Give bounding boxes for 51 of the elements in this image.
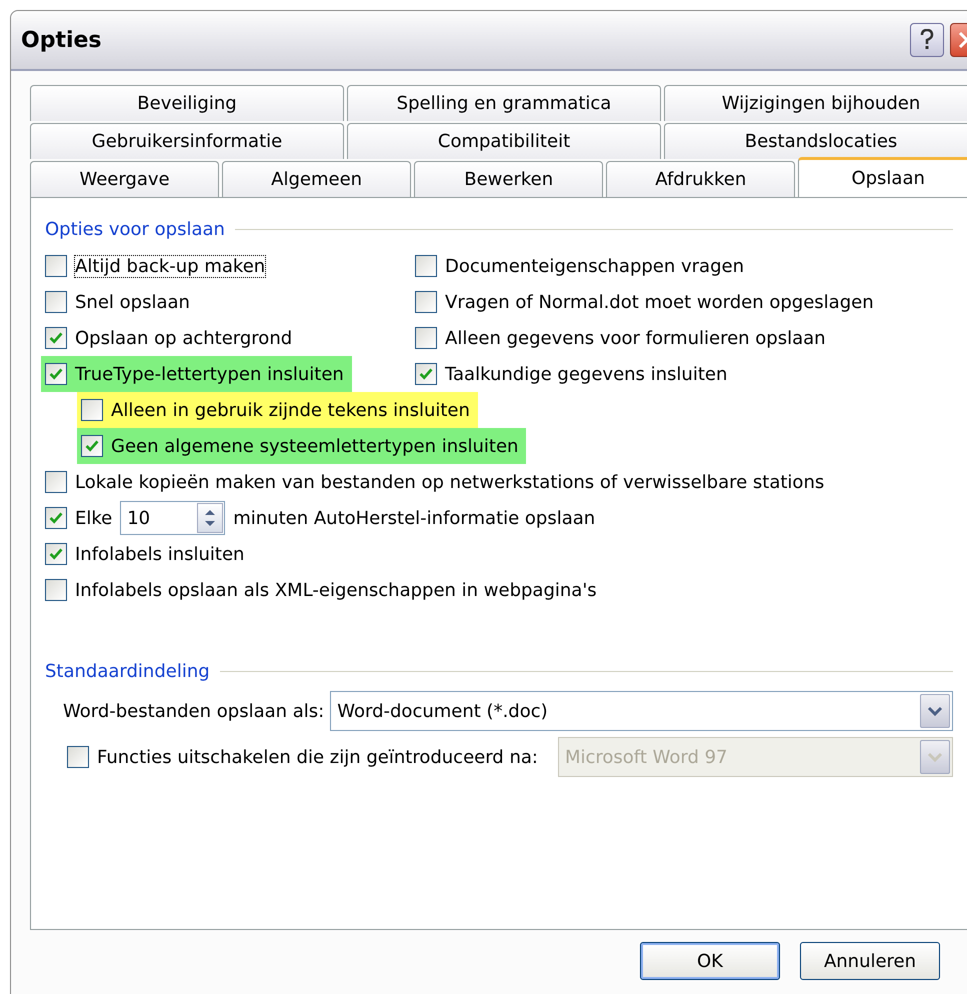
checkbox[interactable] (415, 363, 437, 385)
number-field[interactable]: 10 (120, 501, 226, 535)
checkbox[interactable] (45, 255, 67, 277)
checkbox[interactable] (415, 327, 437, 349)
checkbox-label[interactable]: Infolabels opslaan als XML-eigenschappen in webpagina's (75, 580, 597, 600)
checkbox[interactable] (415, 291, 437, 313)
spinner-icon[interactable] (197, 503, 224, 533)
tab[interactable]: Gebruikersinformatie (30, 123, 344, 159)
checkbox-label[interactable]: Vragen of Normal.dot moet worden opgeslagen (445, 292, 874, 312)
checkbox[interactable] (45, 579, 67, 601)
checkbox[interactable] (45, 507, 67, 529)
tab[interactable]: Opslaan (798, 157, 967, 197)
tab[interactable]: Bestandslocaties (664, 123, 967, 159)
checkbox[interactable] (45, 291, 67, 313)
checkbox-label[interactable]: Infolabels insluiten (75, 544, 244, 564)
help-button[interactable] (910, 23, 944, 57)
checkbox[interactable] (45, 471, 67, 493)
checkbox-label[interactable]: Taalkundige gegevens insluiten (445, 364, 728, 384)
tab[interactable]: Compatibiliteit (347, 123, 661, 159)
checkbox-label[interactable]: Lokale kopieën maken van bestanden op netwerkstations of verwisselbare stations (75, 472, 824, 492)
dialog-button[interactable]: OK (640, 942, 780, 980)
checkbox[interactable] (81, 435, 103, 457)
checkbox-label[interactable]: TrueType-lettertypen insluiten (75, 364, 344, 384)
field-label: Word-bestanden opslaan als: (63, 700, 324, 722)
checkbox-label[interactable]: Geen algemene systeemlettertypen insluiten (111, 436, 518, 456)
tab[interactable]: Wijzigingen bijhouden (664, 85, 967, 121)
checkbox[interactable] (45, 543, 67, 565)
option-text: minuten AutoHerstel-informatie opslaan (233, 508, 596, 528)
checkbox-label[interactable]: Alleen in gebruik zijnde tekens insluiten (111, 400, 470, 420)
tab[interactable]: Bewerken (414, 161, 604, 197)
checkbox-label[interactable]: Elke (75, 508, 112, 528)
checkbox-label[interactable]: Opslaan op achtergrond (75, 328, 292, 348)
help-icon (920, 29, 934, 51)
group-title: Opties voor opslaan (45, 218, 225, 240)
checkbox[interactable] (45, 363, 67, 385)
tab[interactable]: Beveiliging (30, 85, 344, 121)
format-dropdown[interactable]: Word-document (*.doc) (330, 691, 953, 731)
checkbox-label[interactable]: Altijd back-up maken (75, 256, 266, 276)
dialog-button[interactable]: Annuleren (800, 942, 940, 980)
window-title: Opties (21, 28, 103, 52)
checkbox-label[interactable]: Documenteigenschappen vragen (445, 256, 744, 276)
checkbox-label[interactable]: Snel opslaan (75, 292, 190, 312)
checkbox[interactable] (45, 327, 67, 349)
tab[interactable]: Afdrukken (606, 161, 796, 197)
group-title: Standaardindeling (45, 660, 210, 682)
checkbox[interactable] (415, 255, 437, 277)
tab[interactable]: Algemeen (222, 161, 412, 197)
checkbox-label[interactable]: Alleen gegevens voor formulieren opslaan (445, 328, 826, 348)
checkbox[interactable] (81, 399, 103, 421)
tab[interactable]: Spelling en grammatica (347, 85, 661, 121)
tab[interactable]: Weergave (30, 161, 220, 197)
